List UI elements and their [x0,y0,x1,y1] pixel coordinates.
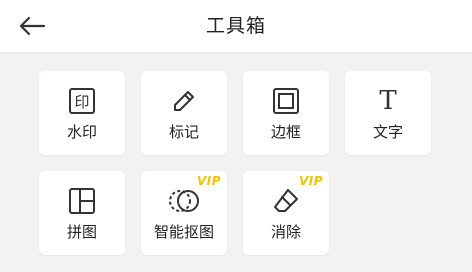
text-icon: T [379,86,397,116]
tool-label: 文字 [372,123,403,141]
collage-icon [66,185,98,217]
tool-collage[interactable]: 拼图 [39,171,125,255]
frame-icon [270,85,302,117]
tool-frame[interactable]: 边框 [243,71,329,155]
tool-label: 水印 [66,123,97,141]
vip-badge: VIP [298,174,323,188]
page-title: 工具箱 [205,15,266,37]
tool-label: 标记 [168,123,199,141]
cutout-icon [168,185,200,217]
svg-text:印: 印 [74,93,89,111]
tool-label: 消除 [270,223,301,241]
tool-erase[interactable]: VIP 消除 [243,171,329,255]
tool-label: 边框 [270,123,301,141]
tool-watermark[interactable]: 印 水印 [39,71,125,155]
tool-label: 智能抠图 [153,223,214,241]
tool-label: 拼图 [66,223,97,241]
app-header: 工具箱 [0,0,472,52]
pen-icon [168,85,200,117]
eraser-icon [270,185,302,217]
tool-text[interactable]: T 文字 [345,71,431,155]
tool-mark[interactable]: 标记 [141,71,227,155]
watermark-icon: 印 [66,85,98,117]
tool-smart-cutout[interactable]: VIP 智能抠图 [141,171,227,255]
vip-badge: VIP [196,174,221,188]
